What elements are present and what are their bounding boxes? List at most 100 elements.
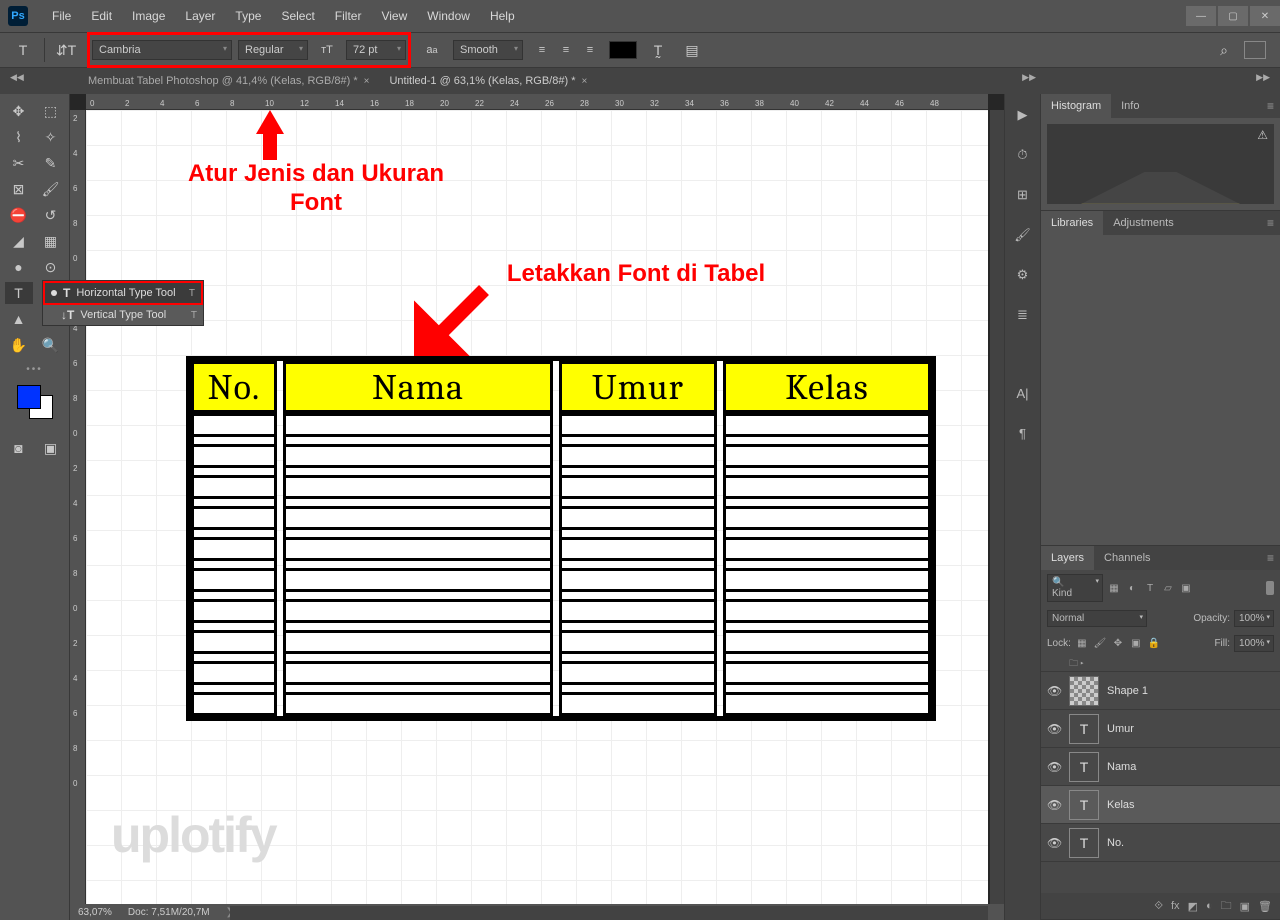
layer-row[interactable]: 👁 Shape 1 <box>1041 672 1280 710</box>
layer-thumbnail[interactable]: T <box>1069 714 1099 744</box>
filter-smart-icon[interactable]: ▣ <box>1179 581 1193 595</box>
crop-tool[interactable]: ✂ <box>5 152 33 174</box>
visibility-icon[interactable]: 👁 <box>1047 684 1061 698</box>
lock-paint-icon[interactable]: 🖌 <box>1093 637 1107 651</box>
align-left-button[interactable]: ≡ <box>531 39 553 61</box>
screenmode-tool[interactable]: ▣ <box>37 437 65 459</box>
actions-icon[interactable]: ▶ <box>1012 104 1034 126</box>
character-panel-icon[interactable]: ▤ <box>679 37 705 63</box>
workspace-switcher[interactable] <box>1244 41 1266 59</box>
document-tab-1[interactable]: Membuat Tabel Photoshop @ 41,4% (Kelas, … <box>78 70 379 92</box>
layer-row[interactable]: 👁 T Nama <box>1041 748 1280 786</box>
ruler-horizontal[interactable]: 0246810121416182022242628303234363840424… <box>86 94 988 110</box>
wand-tool[interactable]: ✧ <box>37 126 65 148</box>
warning-icon[interactable]: ⚠ <box>1257 128 1268 142</box>
new-layer-icon[interactable]: ▣ <box>1240 900 1250 913</box>
tool-preset-icon[interactable]: T <box>10 37 36 63</box>
filter-pixel-icon[interactable]: ▦ <box>1107 581 1121 595</box>
tab-libraries[interactable]: Libraries <box>1041 211 1103 235</box>
document-canvas[interactable]: Atur Jenis dan Ukuran Font Letakkan Font… <box>86 110 988 904</box>
maximize-button[interactable]: ▢ <box>1218 6 1248 26</box>
font-size-dropdown[interactable]: 72 pt <box>346 40 406 60</box>
eraser-tool[interactable]: ◢ <box>5 230 33 252</box>
layer-thumbnail[interactable]: T <box>1069 828 1099 858</box>
layer-row[interactable]: 👁TUmur <box>1041 710 1280 748</box>
close-tab-icon[interactable]: × <box>364 76 370 87</box>
dodge-tool[interactable]: ⊙ <box>37 256 65 278</box>
ruler-vertical[interactable]: 24680246802468024680 <box>70 110 86 904</box>
foreground-color[interactable] <box>17 385 41 409</box>
layer-thumbnail[interactable]: T <box>1069 790 1099 820</box>
visibility-icon[interactable]: 👁 <box>1047 760 1061 774</box>
layer-kind-dropdown[interactable]: 🔍 Kind <box>1047 574 1103 602</box>
visibility-icon[interactable]: 👁 <box>1047 836 1061 850</box>
layer-thumbnail[interactable] <box>1069 676 1099 706</box>
menu-filter[interactable]: Filter <box>325 9 372 23</box>
collapse-right-icon[interactable]: ▶▶ <box>1256 72 1270 83</box>
menu-edit[interactable]: Edit <box>81 9 122 23</box>
menu-help[interactable]: Help <box>480 9 525 23</box>
filter-adjust-icon[interactable]: ◐ <box>1125 581 1139 595</box>
filter-shape-icon[interactable]: ▱ <box>1161 581 1175 595</box>
font-style-dropdown[interactable]: Regular <box>238 40 308 60</box>
menu-view[interactable]: View <box>371 9 417 23</box>
blur-tool[interactable]: ● <box>5 256 33 278</box>
fx-icon[interactable]: fx <box>1171 900 1180 912</box>
layer-name[interactable]: Umur <box>1107 723 1134 735</box>
edit-toolbar[interactable]: ••• <box>26 364 43 375</box>
panel-menu-icon[interactable]: ≡ <box>1261 99 1280 113</box>
zoom-level[interactable]: 63,07% <box>78 907 112 918</box>
layer-name[interactable]: Kelas <box>1107 799 1135 811</box>
search-icon[interactable]: ⌕ <box>1212 42 1236 59</box>
font-family-dropdown[interactable]: Cambria <box>92 40 232 60</box>
stamp-tool[interactable]: ⛔ <box>5 204 33 226</box>
menu-layer[interactable]: Layer <box>175 9 225 23</box>
panel-menu-icon[interactable]: ≡ <box>1261 216 1280 230</box>
layer-name[interactable]: Shape 1 <box>1107 685 1148 697</box>
delete-layer-icon[interactable]: 🗑 <box>1258 900 1272 913</box>
fill-input[interactable]: 100% <box>1234 635 1274 652</box>
history-icon[interactable]: ⏱ <box>1012 144 1034 166</box>
link-layers-icon[interactable]: ⟐ <box>1154 900 1163 913</box>
brush-tool[interactable]: 🖌 <box>37 178 65 200</box>
tab-histogram[interactable]: Histogram <box>1041 94 1111 118</box>
tab-channels[interactable]: Channels <box>1094 546 1160 570</box>
layer-thumbnail[interactable]: T <box>1069 752 1099 782</box>
menu-image[interactable]: Image <box>122 9 175 23</box>
filter-toggle[interactable] <box>1266 581 1274 595</box>
mask-icon[interactable]: ◩ <box>1188 900 1198 913</box>
align-center-button[interactable]: ≡ <box>555 39 577 61</box>
tab-info[interactable]: Info <box>1111 94 1149 118</box>
group-icon[interactable]: 🗀 <box>1221 897 1232 916</box>
layer-name[interactable]: No. <box>1107 837 1124 849</box>
scrollbar-vertical[interactable] <box>990 110 1004 904</box>
character-icon[interactable]: A| <box>1012 382 1034 404</box>
styles-icon[interactable]: ≣ <box>1012 304 1034 326</box>
tab-adjustments[interactable]: Adjustments <box>1103 211 1184 235</box>
visibility-icon[interactable]: 👁 <box>1047 798 1061 812</box>
layer-row[interactable]: 👁 T Kelas <box>1041 786 1280 824</box>
blend-mode-dropdown[interactable]: Normal <box>1047 610 1147 627</box>
text-color-swatch[interactable] <box>609 41 637 59</box>
eyedropper-tool[interactable]: ✎ <box>37 152 65 174</box>
lock-artboard-icon[interactable]: ▣ <box>1129 637 1143 651</box>
menu-file[interactable]: File <box>42 9 81 23</box>
align-right-button[interactable]: ≡ <box>579 39 601 61</box>
move-tool[interactable]: ✥ <box>5 100 33 122</box>
marquee-tool[interactable]: ⬚ <box>37 100 65 122</box>
close-button[interactable]: ✕ <box>1250 6 1280 26</box>
layer-row[interactable]: 🗀 ▸ <box>1041 656 1280 672</box>
layer-name[interactable]: Nama <box>1107 761 1136 773</box>
warp-text-icon[interactable]: T̰ <box>645 37 671 63</box>
close-tab-icon[interactable]: × <box>581 76 587 87</box>
flyout-horizontal-type[interactable]: T Horizontal Type Tool T <box>43 281 203 305</box>
scrollbar-horizontal[interactable] <box>230 906 988 920</box>
orientation-icon[interactable]: ⇵T <box>53 37 79 63</box>
menu-type[interactable]: Type <box>225 9 271 23</box>
lock-trans-icon[interactable]: ▦ <box>1075 637 1089 651</box>
color-swatches[interactable] <box>15 385 55 425</box>
hand-tool[interactable]: ✋ <box>5 334 33 356</box>
menu-window[interactable]: Window <box>417 9 480 23</box>
layer-row[interactable]: 👁 T No. <box>1041 824 1280 862</box>
antialias-dropdown[interactable]: Smooth <box>453 40 523 60</box>
